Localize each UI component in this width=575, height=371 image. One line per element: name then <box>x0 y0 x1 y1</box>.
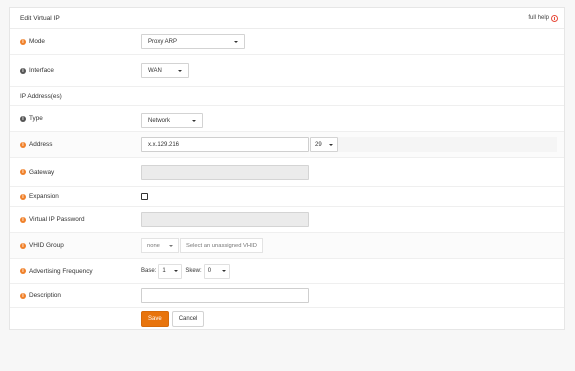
description-input[interactable] <box>141 288 309 303</box>
mode-row: i Mode Proxy ARP <box>10 29 564 55</box>
panel-header: Edit Virtual IP full help <box>10 8 564 29</box>
chevron-down-icon <box>234 40 238 43</box>
chevron-down-icon <box>174 270 179 272</box>
gateway-label: Gateway <box>29 168 55 176</box>
address-label-wrap: i Address <box>20 141 52 148</box>
gateway-row: i Gateway <box>10 158 564 187</box>
vhid-group-select: none <box>141 238 179 253</box>
description-row: i Description <box>10 284 564 308</box>
mode-select[interactable]: Proxy ARP <box>141 34 245 49</box>
adv-frequency-label: Advertising Frequency <box>29 267 93 275</box>
subnet-mask-value: 29 <box>315 141 322 148</box>
adv-frequency-row: i Advertising Frequency Base: 1 Skew: 0 <box>10 259 564 284</box>
select-unassigned-vhid-button: Select an unassigned VHID <box>180 238 263 253</box>
full-help-label: full help <box>528 15 549 21</box>
address-extra-space <box>338 137 557 152</box>
skew-label: Skew: <box>185 268 202 274</box>
skew-select[interactable]: 0 <box>203 263 230 279</box>
mode-label-wrap: i Mode <box>20 38 45 45</box>
expansion-checkbox[interactable] <box>141 193 148 200</box>
info-icon[interactable]: i <box>20 193 26 200</box>
skew-value: 0 <box>207 268 212 274</box>
panel-title: Edit Virtual IP <box>20 14 60 22</box>
type-value: Network <box>148 117 171 124</box>
cancel-button[interactable]: Cancel <box>171 311 205 327</box>
address-row: i Address x.x.129.216 29 <box>10 132 564 158</box>
ip-addresses-section: IP Address(es) <box>10 87 564 106</box>
base-select[interactable]: 1 <box>158 263 183 279</box>
interface-select[interactable]: WAN <box>141 63 189 78</box>
info-icon[interactable]: i <box>20 141 26 148</box>
type-select[interactable]: Network <box>141 113 203 128</box>
info-icon[interactable]: i <box>20 268 26 274</box>
chevron-down-icon <box>192 119 196 122</box>
address-input[interactable]: x.x.129.216 <box>141 137 309 152</box>
expansion-row: i Expansion <box>10 187 564 207</box>
chevron-down-icon <box>329 143 333 146</box>
full-help-link[interactable]: full help <box>528 14 558 22</box>
base-value: 1 <box>162 268 166 274</box>
base-label: Base: <box>141 268 157 274</box>
vhid-group-value: none <box>147 242 160 249</box>
chevron-down-icon <box>169 244 173 247</box>
help-icon <box>551 14 558 22</box>
description-label: Description <box>29 292 61 299</box>
info-icon[interactable]: i <box>20 216 26 223</box>
vip-password-row: i Virtual IP Password <box>10 207 564 233</box>
vhid-group-row: i VHID Group none Select an unassigned V… <box>10 233 564 259</box>
interface-value: WAN <box>148 67 162 74</box>
subnet-mask-select[interactable]: 29 <box>310 137 338 152</box>
vip-password-label-wrap: i Virtual IP Password <box>20 216 85 223</box>
save-button[interactable]: Save <box>141 311 169 327</box>
info-icon[interactable]: i <box>20 292 26 299</box>
info-icon[interactable]: i <box>20 67 26 74</box>
address-label: Address <box>29 141 53 148</box>
expansion-label: Expansion <box>29 193 59 200</box>
type-label-wrap: i Type <box>20 115 43 122</box>
gateway-label-wrap: i Gateway <box>20 169 54 176</box>
ip-addresses-label: IP Address(es) <box>20 92 62 100</box>
mode-label: Mode <box>29 38 45 45</box>
info-icon[interactable]: i <box>20 242 26 249</box>
expansion-label-wrap: i Expansion <box>20 193 59 200</box>
actions-row: Save Cancel <box>10 308 564 330</box>
gateway-input <box>141 164 309 180</box>
vhid-group-label: VHID Group <box>29 242 64 249</box>
mode-value: Proxy ARP <box>148 38 178 45</box>
interface-label: Interface <box>29 67 54 74</box>
interface-row: i Interface WAN <box>10 55 564 87</box>
info-icon[interactable]: i <box>20 115 26 122</box>
info-icon[interactable]: i <box>20 169 26 175</box>
chevron-down-icon <box>178 69 182 72</box>
vhid-group-label-wrap: i VHID Group <box>20 242 64 249</box>
interface-label-wrap: i Interface <box>20 67 54 74</box>
adv-frequency-label-wrap: i Advertising Frequency <box>20 268 93 275</box>
description-label-wrap: i Description <box>20 292 61 299</box>
chevron-down-icon <box>221 270 226 272</box>
vip-password-label: Virtual IP Password <box>29 216 85 223</box>
type-label: Type <box>29 115 43 122</box>
type-row: i Type Network <box>10 106 564 132</box>
vip-password-input <box>141 212 309 227</box>
edit-virtual-ip-panel: Edit Virtual IP full help i Mode Proxy A… <box>9 7 565 330</box>
info-icon[interactable]: i <box>20 38 26 45</box>
